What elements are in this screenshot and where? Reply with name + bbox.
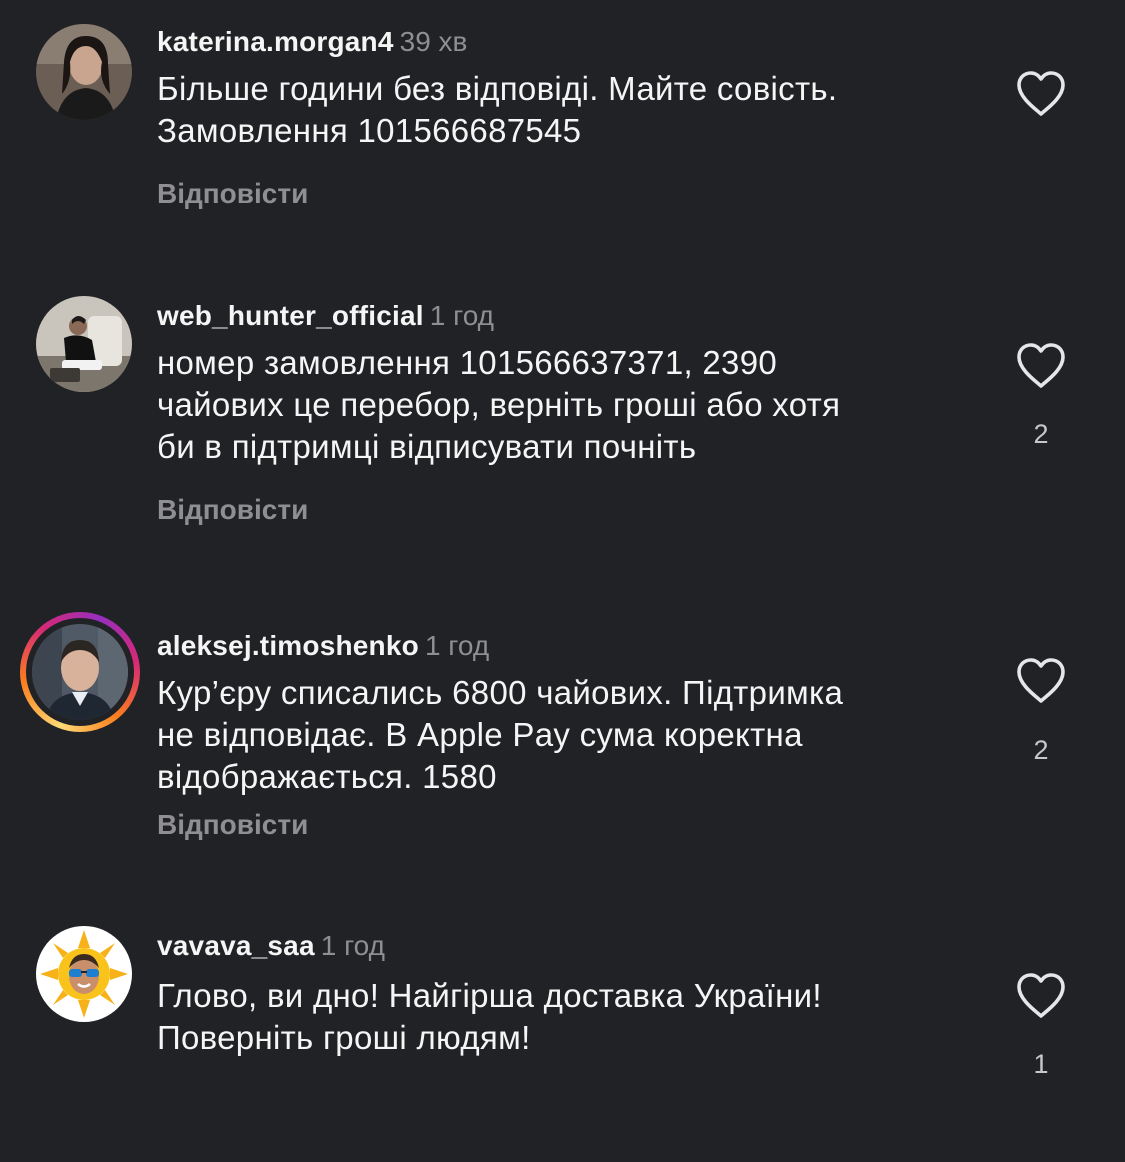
comment-text: Кур’єру списались 6800 чайових. Підтримк… [157, 672, 977, 798]
avatar[interactable] [36, 296, 132, 392]
comment-text-line: би в підтримці відписувати почніть [157, 428, 697, 465]
like-count: 1 [1033, 1049, 1049, 1079]
avatar-photo-woman-icon [36, 24, 132, 120]
comment-text-line: Глово, ви дно! Найгірша доставка України… [157, 977, 822, 1014]
like-count: 2 [1033, 419, 1049, 449]
avatar [32, 624, 128, 720]
comment-text: Глово, ви дно! Найгірша доставка України… [157, 975, 977, 1059]
avatar-sun-emoji-icon [36, 926, 132, 1022]
heart-icon [1017, 71, 1065, 116]
username-link[interactable]: aleksej.timoshenko [157, 630, 419, 661]
comment-text-line: Кур’єру списались 6800 чайових. Підтримк… [157, 674, 844, 711]
comment-text-line: не відповідає. В Apple Pay сума коректна [157, 716, 803, 753]
avatar[interactable] [36, 926, 132, 1022]
comment-text-line: Поверніть гроші людям! [157, 1019, 531, 1056]
username-link[interactable]: web_hunter_official [157, 300, 424, 331]
heart-icon [1017, 658, 1065, 703]
comment-meta: web_hunter_official 1 год [157, 296, 494, 336]
comment-item: aleksej.timoshenko 1 год Кур’єру списалис… [0, 604, 1125, 844]
comment-text-line: відображається. 1580 [157, 758, 497, 795]
heart-icon [1017, 343, 1065, 388]
comment-time: 1 год [424, 630, 490, 661]
comment-text-line: Більше години без відповіді. Майте совіс… [157, 70, 838, 107]
comment-text: номер замовлення 101566637371, 2390 чайо… [157, 342, 977, 468]
comment-item: web_hunter_official 1 год номер замовленн… [0, 274, 1125, 525]
comment-time: 1 год [320, 930, 385, 961]
reply-button[interactable]: Відповісти [157, 490, 308, 530]
comment-text: Більше години без відповіді. Майте совіс… [157, 68, 977, 152]
like-button[interactable] [1015, 972, 1067, 1020]
comment-time: 39 хв [399, 26, 468, 57]
comment-item: vavava_saa 1 год Глово, ви дно! Найгірша … [0, 922, 1125, 1162]
heart-icon [1017, 973, 1065, 1018]
reply-button[interactable]: Відповісти [157, 174, 308, 214]
comment-meta: vavava_saa 1 год [157, 926, 385, 966]
avatar-story-ring[interactable] [20, 612, 140, 732]
username-link[interactable]: katerina.morgan4 [157, 26, 394, 57]
comment-meta: aleksej.timoshenko 1 год [157, 626, 489, 666]
comment-text-line: Замовлення 101566687545 [157, 112, 582, 149]
avatar[interactable] [36, 24, 132, 120]
reply-button[interactable]: Відповісти [157, 805, 308, 845]
like-button[interactable] [1015, 70, 1067, 118]
comment-time: 1 год [429, 300, 494, 331]
username-link[interactable]: vavava_saa [157, 930, 315, 961]
comment-text-line: чайових це перебор, верніть гроші або хо… [157, 386, 841, 423]
avatar-photo-man-sitting-icon [36, 296, 132, 392]
comment-meta: katerina.morgan4 39 хв [157, 22, 467, 62]
comment-text-line: номер замовлення 101566637371, 2390 [157, 344, 778, 381]
like-count: 2 [1033, 735, 1049, 765]
like-button[interactable] [1015, 342, 1067, 390]
like-button[interactable] [1015, 657, 1067, 705]
comment-item: katerina.morgan4 39 хв Більше години без … [0, 0, 1125, 240]
avatar-photo-man-portrait-icon [32, 624, 128, 720]
